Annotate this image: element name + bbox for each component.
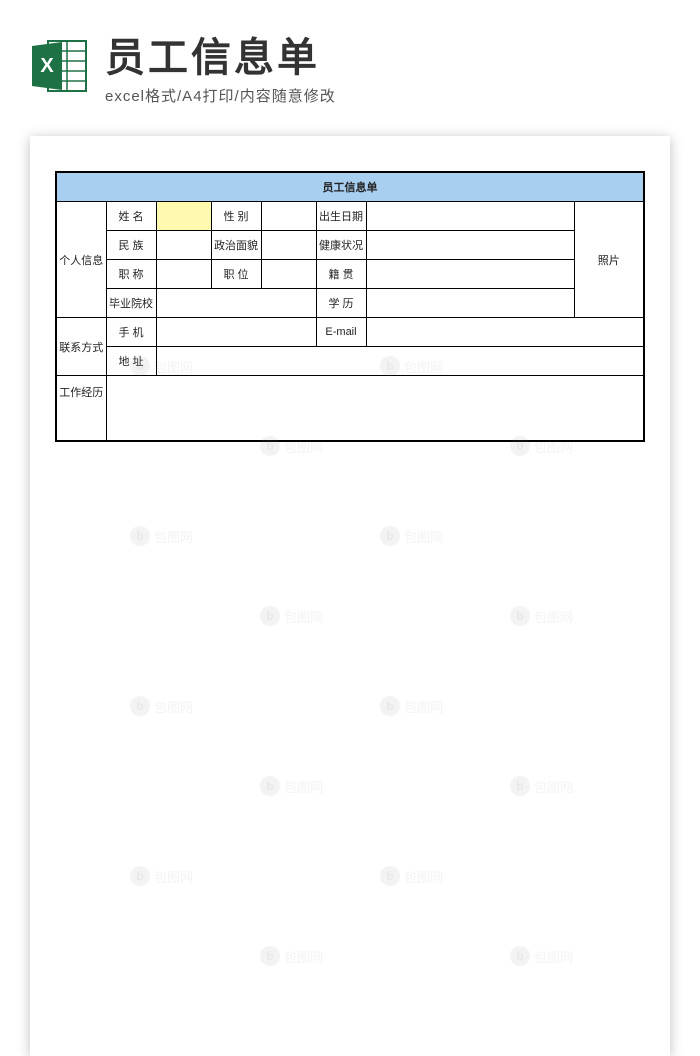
watermark: b包图网 <box>130 526 193 546</box>
watermark: b包图网 <box>510 606 573 626</box>
value-birth-date[interactable] <box>366 202 574 231</box>
value-title[interactable] <box>156 260 211 289</box>
watermark: b包图网 <box>380 526 443 546</box>
watermark: b包图网 <box>260 606 323 626</box>
header-subtitle: excel格式/A4打印/内容随意修改 <box>105 85 670 106</box>
value-address[interactable] <box>156 347 644 376</box>
label-school: 毕业院校 <box>106 289 156 318</box>
watermark: b包图网 <box>380 696 443 716</box>
header-title: 员工信息单 <box>105 25 670 83</box>
watermark: b包图网 <box>380 866 443 886</box>
value-phone[interactable] <box>156 318 316 347</box>
form-title: 员工信息单 <box>56 172 644 202</box>
label-native-place: 籍 贯 <box>316 260 366 289</box>
section-contact: 联系方式 <box>56 318 106 376</box>
value-education[interactable] <box>366 289 574 318</box>
label-name: 姓 名 <box>106 202 156 231</box>
photo-placeholder[interactable]: 照片 <box>574 202 644 318</box>
watermark: b包图网 <box>510 776 573 796</box>
label-ethnicity: 民 族 <box>106 231 156 260</box>
watermark: b包图网 <box>510 946 573 966</box>
value-name[interactable] <box>156 202 211 231</box>
excel-icon: X <box>30 36 90 96</box>
header-text-block: 员工信息单 excel格式/A4打印/内容随意修改 <box>105 25 670 106</box>
value-school[interactable] <box>156 289 316 318</box>
label-birth-date: 出生日期 <box>316 202 366 231</box>
value-health[interactable] <box>366 231 574 260</box>
watermark: b包图网 <box>260 776 323 796</box>
value-political[interactable] <box>261 231 316 260</box>
label-position: 职 位 <box>211 260 261 289</box>
label-political: 政治面貌 <box>211 231 261 260</box>
value-native-place[interactable] <box>366 260 574 289</box>
value-position[interactable] <box>261 260 316 289</box>
label-address: 地 址 <box>106 347 156 376</box>
document-preview: 员工信息单 个人信息 姓 名 性 别 出生日期 照片 民 族 政治面貌 健康状况… <box>30 136 670 1056</box>
label-education: 学 历 <box>316 289 366 318</box>
section-work-history: 工作经历 <box>56 376 106 441</box>
label-title: 职 称 <box>106 260 156 289</box>
label-email: E-mail <box>316 318 366 347</box>
label-health: 健康状况 <box>316 231 366 260</box>
label-gender: 性 别 <box>211 202 261 231</box>
value-ethnicity[interactable] <box>156 231 211 260</box>
section-personal-info: 个人信息 <box>56 202 106 318</box>
label-phone: 手 机 <box>106 318 156 347</box>
watermark: b包图网 <box>130 696 193 716</box>
employee-form-table: 员工信息单 个人信息 姓 名 性 别 出生日期 照片 民 族 政治面貌 健康状况… <box>55 171 645 442</box>
value-work-history[interactable] <box>106 376 644 441</box>
value-email[interactable] <box>366 318 644 347</box>
page-header: X 员工信息单 excel格式/A4打印/内容随意修改 <box>0 0 700 116</box>
watermark: b包图网 <box>130 866 193 886</box>
watermark: b包图网 <box>260 946 323 966</box>
svg-text:X: X <box>40 55 54 77</box>
value-gender[interactable] <box>261 202 316 231</box>
